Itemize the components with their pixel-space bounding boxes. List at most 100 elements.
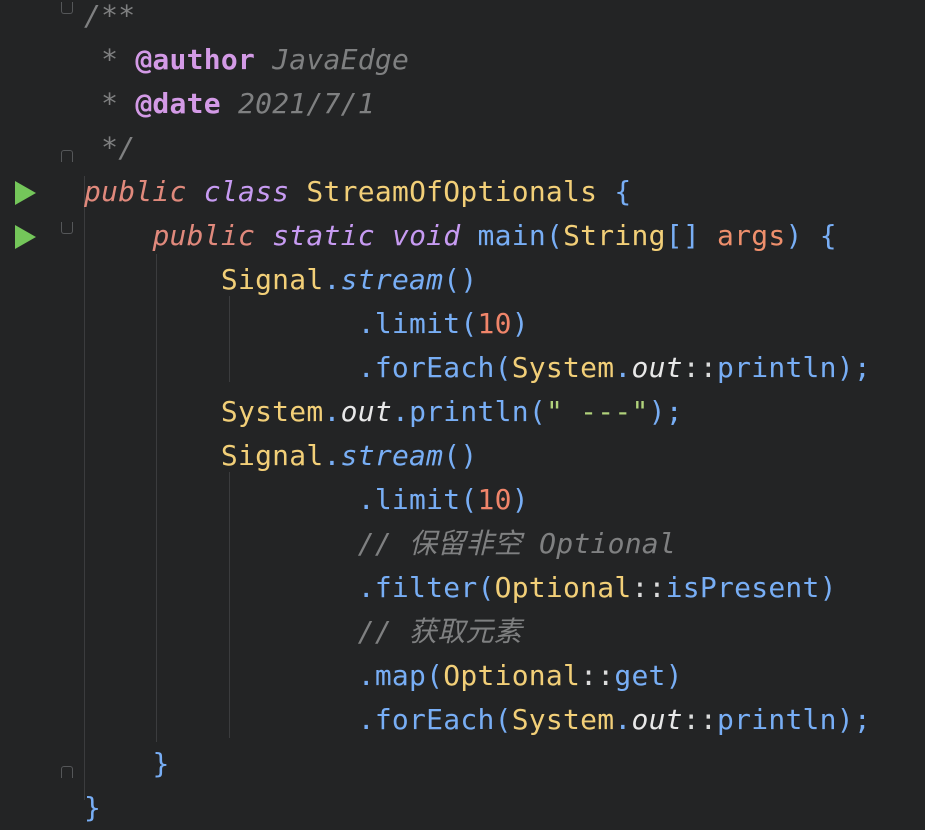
code-token: String [563,219,666,252]
code-token: . [357,351,375,384]
run-icon[interactable] [15,225,36,249]
code-token: ); [836,351,871,384]
code-token: ( [477,571,495,604]
code-line[interactable]: } [0,786,925,830]
code-line[interactable]: public class StreamOfOptionals { [0,170,925,214]
code-token: . [357,659,375,692]
code-token: out [631,351,683,384]
code-line[interactable]: */ [0,126,925,170]
code-token: . [323,395,341,428]
code-text: .map(Optional::get) [84,654,683,698]
code-token: :: [682,703,718,736]
code-token: args [717,219,786,252]
code-token: Optional [539,527,677,560]
fold-icon[interactable] [61,2,73,14]
code-token: main [477,219,546,252]
code-token: } [84,791,102,824]
code-text: * @date 2021/7/1 [84,82,375,126]
code-line[interactable]: .limit(10) [0,478,925,522]
code-line[interactable]: .filter(Optional::isPresent) [0,566,925,610]
code-token: // 保留非空 [357,527,540,560]
code-line[interactable]: Signal.stream() [0,434,925,478]
code-line[interactable]: * @date 2021/7/1 [0,82,925,126]
code-text: public static void main(String[] args) { [84,214,837,258]
code-token: . [614,351,632,384]
code-line[interactable]: // 获取元素 [0,610,925,654]
code-token: /** [84,0,136,32]
code-token: . [357,307,375,340]
fold-end-icon[interactable] [61,766,73,778]
fold-icon[interactable] [61,222,73,234]
code-token: . [323,439,341,472]
code-text: // 保留非空 Optional [84,522,676,566]
code-token: ) [665,659,683,692]
code-token: StreamOfOptionals [306,175,598,208]
code-token: { [597,175,632,208]
code-token: ) [511,307,529,340]
code-token: out [631,703,683,736]
code-text: /** [84,0,135,38]
code-line[interactable]: public static void main(String[] args) { [0,214,925,258]
code-token: 10 [477,307,512,340]
code-token: map [374,659,427,692]
code-token: " ---" [545,395,649,428]
code-text: .forEach(System.out::println); [84,346,871,390]
code-line[interactable]: /** [0,0,925,38]
code-line[interactable]: Signal.stream() [0,258,925,302]
code-line[interactable]: .forEach(System.out::println); [0,346,925,390]
code-text: .forEach(System.out::println); [84,698,871,742]
code-token: * [84,87,136,120]
code-text: // 获取元素 [84,610,522,654]
code-token: class [203,175,290,208]
code-text: */ [84,126,135,170]
code-line[interactable]: * @author JavaEdge [0,38,925,82]
code-text: Signal.stream() [84,434,478,478]
code-token: filter [374,571,478,604]
code-token: ) { [785,219,837,252]
code-token: Optional [443,659,581,692]
code-line[interactable]: .limit(10) [0,302,925,346]
code-text: .limit(10) [84,302,529,346]
code-token: . [357,483,375,516]
code-text: * @author JavaEdge [84,38,409,82]
code-token: . [323,263,341,296]
code-line[interactable]: } [0,742,925,786]
code-token: ); [648,395,683,428]
code-token: public [152,219,256,252]
code-text: } [84,742,170,786]
code-line[interactable]: // 保留非空 Optional [0,522,925,566]
code-text: .filter(Optional::isPresent) [84,566,837,610]
code-text: Signal.stream() [84,258,478,302]
code-token: forEach [374,703,495,736]
code-token: ( [460,483,478,516]
code-token: [] [665,219,700,252]
code-token: println [409,395,529,428]
code-token: 10 [477,483,512,516]
code-line[interactable]: .forEach(System.out::println); [0,698,925,742]
code-token: */ [84,131,136,164]
code-token: public [84,175,187,208]
code-line[interactable]: .map(Optional::get) [0,654,925,698]
code-line[interactable]: System.out.println(" ---"); [0,390,925,434]
code-editor[interactable]: /** * @author JavaEdge * @date 2021/7/1 … [0,0,925,824]
code-token: get [614,659,666,692]
code-token: println [717,351,837,384]
code-token: * [84,43,136,76]
code-token: } [152,747,170,780]
code-token: :: [682,351,718,384]
run-icon[interactable] [15,181,36,205]
code-token: @author [135,43,256,76]
fold-end-icon[interactable] [61,150,73,162]
